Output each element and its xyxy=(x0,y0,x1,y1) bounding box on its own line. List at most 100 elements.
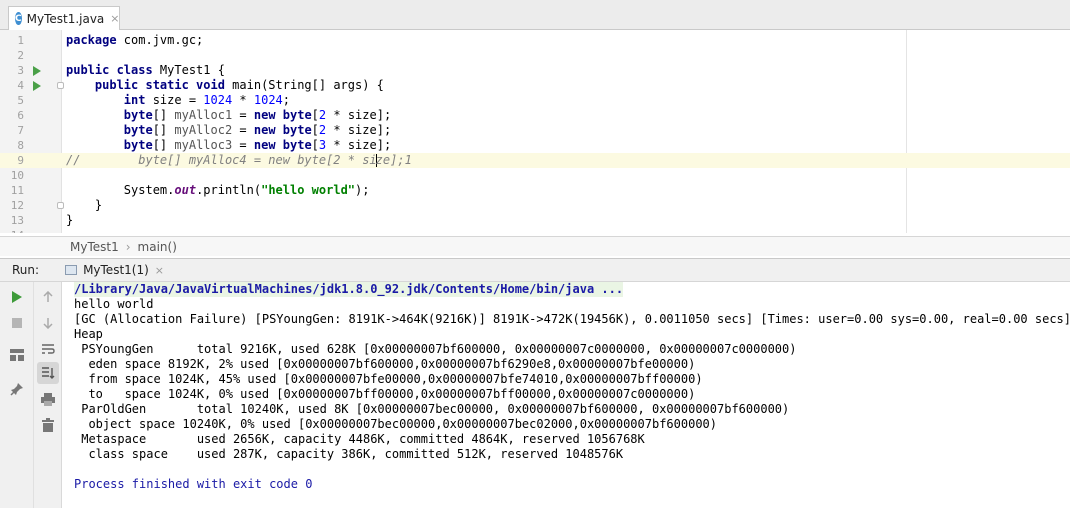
code-line[interactable]: 11 System.out.println("hello world"); xyxy=(0,183,1070,198)
java-command-line[interactable]: /Library/Java/JavaVirtualMachines/jdk1.8… xyxy=(74,282,624,297)
stop-icon[interactable] xyxy=(6,312,28,334)
pin-icon[interactable] xyxy=(6,378,28,400)
code-token: myAlloc2 xyxy=(174,123,233,137)
fold-icon[interactable] xyxy=(57,202,64,209)
run-label: Run: xyxy=(12,263,40,277)
code-text: public class MyTest1 { xyxy=(66,63,225,78)
rerun-icon[interactable] xyxy=(6,286,28,308)
code-line[interactable]: 10 xyxy=(0,168,1070,183)
code-text: // byte[] myAlloc4 = new byte[2 * size];… xyxy=(66,153,412,168)
line-number: 13 xyxy=(10,214,24,227)
print-icon[interactable] xyxy=(37,388,59,410)
code-text: public static void main(String[] args) { xyxy=(66,78,384,93)
console-icon xyxy=(65,265,78,275)
code-line[interactable]: 4 public static void main(String[] args)… xyxy=(0,78,1070,93)
code-text: byte[] myAlloc2 = new byte[2 * size]; xyxy=(66,123,391,138)
code-token: out xyxy=(174,183,197,197)
code-line[interactable]: 9 // byte[] myAlloc4 = new byte[2 * size]… xyxy=(0,153,1070,168)
code-token: ze];1 xyxy=(375,153,412,167)
code-token: size = xyxy=(145,93,204,107)
code-text: int size = 1024 * 1024; xyxy=(66,93,290,108)
line-number: 8 xyxy=(17,139,24,152)
code-token: ); xyxy=(355,183,370,197)
code-token: System. xyxy=(66,183,175,197)
breadcrumb-class[interactable]: MyTest1 xyxy=(70,240,119,254)
code-editor[interactable]: 1 package com.jvm.gc; 2 3 public class MyTes… xyxy=(0,30,1070,233)
code-token: * xyxy=(232,93,254,107)
code-token: } xyxy=(66,198,103,212)
console-line: PSYoungGen total 9216K, used 628K [0x000… xyxy=(74,342,797,356)
code-line[interactable]: 14 xyxy=(0,228,1070,233)
console-line: [GC (Allocation Failure) [PSYoungGen: 81… xyxy=(74,312,1070,326)
code-text: package com.jvm.gc; xyxy=(66,33,203,48)
code-token: = xyxy=(232,138,254,152)
up-arrow-icon[interactable] xyxy=(37,286,59,308)
code-line[interactable]: 3 public class MyTest1 { xyxy=(0,63,1070,78)
code-token: } xyxy=(66,213,74,227)
code-token: [] xyxy=(152,123,175,137)
code-text: byte[] myAlloc1 = new byte[2 * size]; xyxy=(66,108,391,123)
code-text: } xyxy=(66,198,102,213)
line-number: 10 xyxy=(10,169,24,182)
line-number: 5 xyxy=(17,94,24,107)
code-line[interactable]: 12 } xyxy=(0,198,1070,213)
editor-tab-mytest1[interactable]: C MyTest1.java × xyxy=(8,6,120,30)
line-number: 3 xyxy=(17,64,24,77)
fold-icon[interactable] xyxy=(57,82,64,89)
console-line: eden space 8192K, 2% used [0x00000007bf6… xyxy=(74,357,696,371)
console-line: ParOldGen total 10240K, used 8K [0x00000… xyxy=(74,402,790,416)
layout-icon[interactable] xyxy=(6,344,28,366)
run-toolbar-secondary xyxy=(34,282,62,508)
code-token: * size]; xyxy=(326,123,392,137)
line-number: 14 xyxy=(0,228,24,233)
console-line: from space 1024K, 45% used [0x00000007bf… xyxy=(74,372,703,386)
line-number: 7 xyxy=(17,124,24,137)
code-text: byte[] myAlloc3 = new byte[3 * size]; xyxy=(66,138,391,153)
code-token: myAlloc3 xyxy=(174,138,233,152)
code-token: = xyxy=(232,123,254,137)
down-arrow-icon[interactable] xyxy=(37,312,59,334)
code-text: System.out.println("hello world"); xyxy=(66,183,370,198)
run-tab-mytest1[interactable]: MyTest1(1) × xyxy=(61,259,168,281)
console-output[interactable]: /Library/Java/JavaVirtualMachines/jdk1.8… xyxy=(74,282,1070,492)
code-line[interactable]: 5 int size = 1024 * 1024; xyxy=(0,93,1070,108)
close-icon[interactable]: × xyxy=(110,12,119,25)
code-token: [] xyxy=(152,138,175,152)
code-line[interactable]: 13} xyxy=(0,213,1070,228)
java-class-icon: C xyxy=(15,12,22,25)
run-tab-title: MyTest1(1) xyxy=(83,263,149,277)
console-line: Metaspace used 2656K, capacity 4486K, co… xyxy=(74,432,645,446)
close-icon[interactable]: × xyxy=(155,264,164,277)
code-line[interactable]: 7 byte[] myAlloc2 = new byte[2 * size]; xyxy=(0,123,1070,138)
code-token: 1024 xyxy=(253,93,283,107)
code-token: * size]; xyxy=(326,138,392,152)
code-token: new byte xyxy=(253,108,312,122)
run-toolbar-primary xyxy=(0,282,34,508)
code-text: } xyxy=(66,213,73,228)
code-token: byte xyxy=(123,123,153,137)
line-number: 6 xyxy=(17,109,24,122)
code-token: myAlloc1 xyxy=(174,108,233,122)
code-token: main(String[] args) { xyxy=(224,78,384,92)
soft-wrap-icon[interactable] xyxy=(37,338,59,360)
trash-icon[interactable] xyxy=(37,414,59,436)
run-gutter-icon[interactable] xyxy=(33,81,41,91)
code-line[interactable]: 6 byte[] myAlloc1 = new byte[2 * size]; xyxy=(0,108,1070,123)
breadcrumb-method[interactable]: main() xyxy=(138,240,177,254)
code-token: MyTest1 { xyxy=(152,63,225,77)
console-line: class space used 287K, capacity 386K, co… xyxy=(74,447,624,461)
code-line[interactable]: 8 byte[] myAlloc3 = new byte[3 * size]; xyxy=(0,138,1070,153)
run-gutter-icon[interactable] xyxy=(33,66,41,76)
run-panel-header: Run: MyTest1(1) × xyxy=(0,258,1070,282)
process-exit-line: Process finished with exit code 0 xyxy=(74,477,313,491)
code-line[interactable]: 1 package com.jvm.gc; xyxy=(0,33,1070,48)
scroll-to-end-icon[interactable] xyxy=(37,362,59,384)
code-token: package xyxy=(66,33,117,47)
code-line[interactable]: 2 xyxy=(0,48,1070,63)
code-token: [ xyxy=(311,108,319,122)
